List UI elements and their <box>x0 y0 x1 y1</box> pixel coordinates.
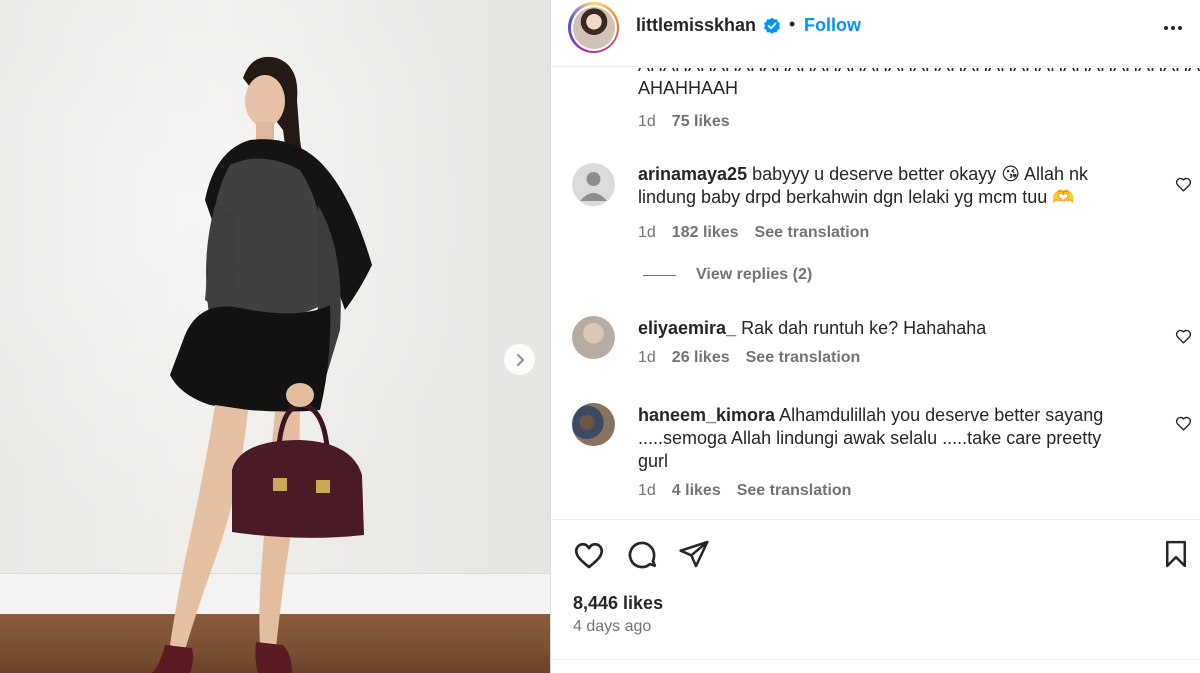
more-options-icon[interactable] <box>1161 16 1185 40</box>
comments-list[interactable]: AHAHAHAHAHAHAHAHAHAHAHAHAHAHAHAHAHAHAHAH… <box>551 68 1200 520</box>
avatar[interactable] <box>572 316 615 359</box>
comment-text: haneem_kimora Alhamdulillah you deserve … <box>638 405 1104 471</box>
comment-username[interactable]: haneem_kimora <box>638 405 775 425</box>
avatar[interactable] <box>572 403 615 446</box>
verified-badge-icon <box>764 17 780 34</box>
next-photo-button[interactable] <box>503 343 536 376</box>
default-avatar-icon[interactable] <box>572 163 615 206</box>
heart-icon[interactable] <box>572 538 606 572</box>
comment-time: 1d <box>638 482 656 499</box>
author-avatar[interactable] <box>568 2 619 53</box>
comment-username[interactable]: arinamaya25 <box>638 164 747 184</box>
heart-icon[interactable] <box>1175 176 1192 193</box>
comment-time: 1d <box>638 349 656 366</box>
comment-time: 1d <box>638 224 656 241</box>
post-header: littlemisskhan • Follow <box>551 0 1200 67</box>
comments-panel: littlemisskhan • Follow AHAHAHAHAHAHAHAH… <box>551 0 1200 673</box>
comment-likes[interactable]: 4 likes <box>672 482 721 500</box>
heart-icon[interactable] <box>1175 328 1192 345</box>
post-actions <box>551 525 1200 585</box>
see-translation-link[interactable]: See translation <box>746 349 861 367</box>
follow-button[interactable]: Follow <box>804 15 861 36</box>
header-separator: • <box>789 14 796 34</box>
cut-comment-meta: 1d 75 likes <box>638 113 730 131</box>
chevron-right-icon <box>516 353 524 366</box>
see-translation-link[interactable]: See translation <box>755 224 870 242</box>
comment-meta: 1d 4 likes See translation <box>638 482 1128 500</box>
actions-divider <box>551 519 1200 520</box>
author-username[interactable]: littlemisskhan <box>636 15 756 36</box>
bottom-divider <box>551 659 1200 660</box>
share-icon[interactable] <box>678 538 710 570</box>
comment-meta: 1d 182 likes See translation <box>638 224 1138 242</box>
comment-time: 1d <box>638 113 656 130</box>
post-likes-count[interactable]: 8,446 likes <box>573 593 663 614</box>
post-photo[interactable] <box>0 0 550 673</box>
bookmark-icon[interactable] <box>1161 538 1191 570</box>
comment-text: eliyaemira_ Rak dah runtuh ke? Hahahaha <box>638 318 987 338</box>
comment-likes[interactable]: 75 likes <box>672 113 730 131</box>
comment-icon[interactable] <box>625 538 659 572</box>
author-avatar-image <box>572 6 615 49</box>
comment-username[interactable]: eliyaemira_ <box>638 318 736 338</box>
model-figure-illustration <box>152 56 372 673</box>
comment-likes[interactable]: 26 likes <box>672 349 730 367</box>
view-replies-label: View replies (2) <box>696 266 813 283</box>
post-date[interactable]: 4 days ago <box>573 618 651 636</box>
heart-icon[interactable] <box>1175 415 1192 432</box>
view-replies-button[interactable]: View replies (2) <box>643 266 812 284</box>
see-translation-link[interactable]: See translation <box>737 482 852 500</box>
comment-text: arinamaya25 babyyy u deserve better okay… <box>638 164 1089 207</box>
replies-line <box>643 274 676 276</box>
comment-likes[interactable]: 182 likes <box>672 224 739 242</box>
comment-meta: 1d 26 likes See translation <box>638 349 1138 367</box>
cut-comment-text: AHAHAHAHAHAHAHAHAHAHAHAHAHAHAHAHAHAHAHAH… <box>638 68 1200 98</box>
